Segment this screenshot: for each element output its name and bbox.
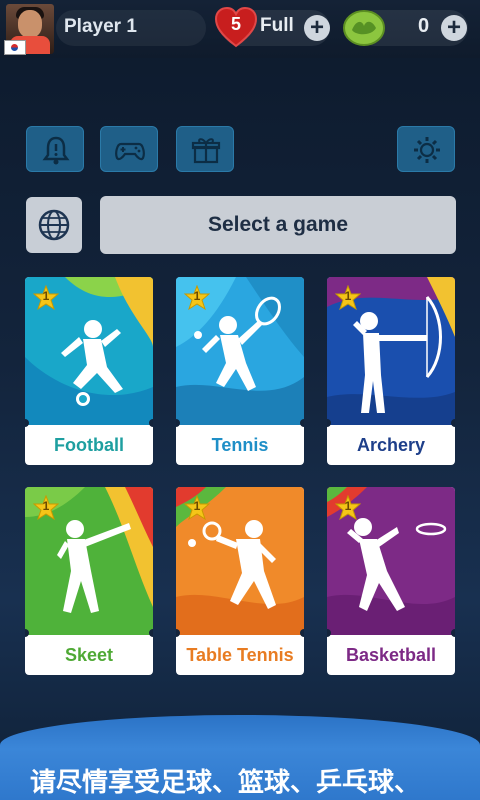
level-number: 1: [42, 289, 50, 303]
game-label: Basketball: [345, 645, 437, 665]
gift-button[interactable]: [176, 126, 234, 172]
level-number: 1: [193, 289, 201, 303]
level-number: 1: [344, 289, 352, 303]
language-button[interactable]: [26, 197, 82, 253]
level-number: 1: [344, 499, 352, 513]
level-number: 1: [42, 499, 50, 513]
promo-banner-text: 请尽情享受足球、篮球、乒乓球、: [30, 768, 421, 798]
gamepad-icon: [115, 142, 145, 161]
level-number: 1: [193, 499, 201, 513]
rio-coin-icon: [343, 10, 385, 46]
game-label: Table Tennis: [186, 645, 294, 665]
game-card-table-tennis[interactable]: 1 Table Tennis: [176, 487, 304, 675]
game-card-skeet[interactable]: 1 Skeet: [25, 487, 153, 675]
globe-icon: [38, 209, 70, 241]
settings-button[interactable]: [397, 126, 455, 172]
add-coins-button[interactable]: +: [441, 15, 467, 41]
game-card-archery[interactable]: 1 Archery: [327, 277, 455, 465]
korea-flag-icon: [4, 40, 26, 55]
game-card-football[interactable]: 1 Football: [25, 277, 153, 465]
game-card-tennis[interactable]: 1 Tennis: [176, 277, 304, 465]
lives-count: 5: [230, 14, 241, 34]
gamepad-button[interactable]: [100, 126, 158, 172]
game-label: Tennis: [211, 435, 269, 455]
game-label: Skeet: [64, 645, 114, 665]
player-name: Player 1: [64, 16, 137, 37]
gear-icon: [414, 137, 440, 163]
game-card-basketball[interactable]: 1 Basketball: [327, 487, 455, 675]
lives-status: Full: [260, 15, 294, 36]
select-game-button[interactable]: Select a game: [100, 196, 456, 254]
game-label: Football: [54, 435, 124, 455]
add-lives-button[interactable]: +: [304, 15, 330, 41]
gift-icon: [191, 138, 221, 164]
bell-icon: [42, 136, 70, 165]
coins-count: 0: [418, 15, 430, 37]
game-label: Archery: [356, 435, 426, 455]
notifications-button[interactable]: [26, 126, 84, 172]
